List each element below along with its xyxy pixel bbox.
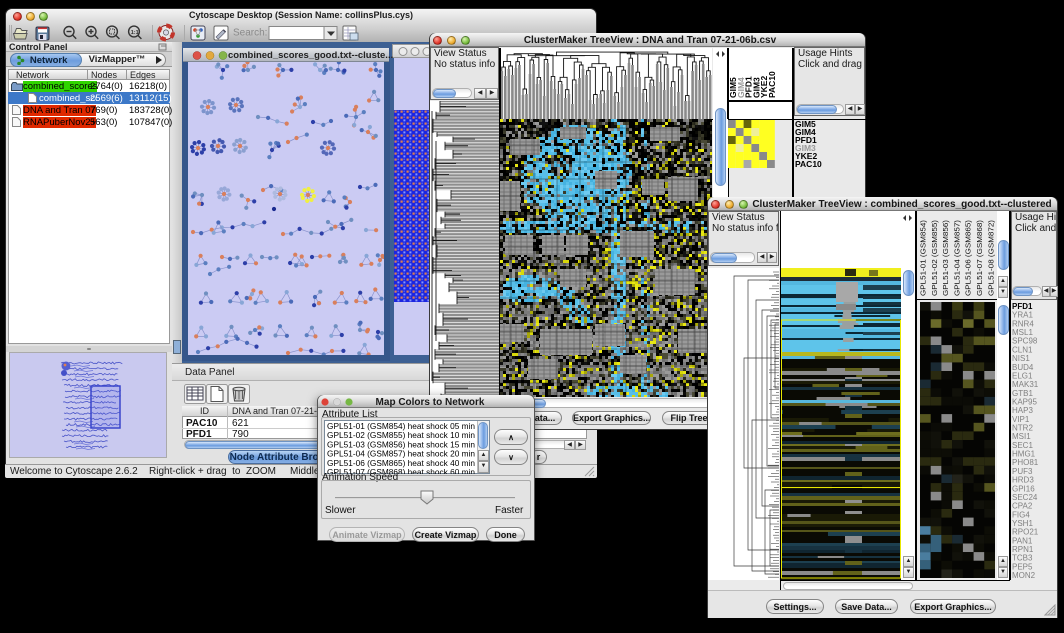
svg-text:FIG4: FIG4: [1012, 510, 1030, 519]
svg-text:ELG1: ELG1: [1012, 371, 1033, 380]
svg-text:NTR2: NTR2: [1012, 424, 1033, 433]
svg-text:GPI16: GPI16: [1012, 484, 1035, 493]
svg-text:GPL51-04 (GSM857): GPL51-04 (GSM857): [952, 219, 961, 296]
svg-text:PAC10: PAC10: [795, 159, 822, 169]
svg-text:PHO81: PHO81: [1012, 458, 1039, 467]
svg-text:SPC98: SPC98: [1012, 337, 1038, 346]
svg-text:GPL51-01 (GSM854): GPL51-01 (GSM854): [919, 219, 928, 296]
svg-text:Search:: Search:: [233, 28, 267, 39]
svg-text:PAC10: PAC10: [767, 71, 777, 98]
svg-text:RPO21: RPO21: [1012, 528, 1039, 537]
svg-text:MON2: MON2: [1012, 571, 1036, 580]
svg-text:1:1: 1:1: [131, 30, 139, 36]
svg-text:CPA2: CPA2: [1012, 502, 1033, 511]
svg-text:GPL51-06 (GSM865): GPL51-06 (GSM865): [964, 219, 973, 296]
svg-text:PFD1: PFD1: [1012, 302, 1033, 311]
svg-text:NIS1: NIS1: [1012, 354, 1030, 363]
svg-text:SEC1: SEC1: [1012, 441, 1033, 450]
svg-text:YSH1: YSH1: [1012, 519, 1033, 528]
svg-text:GTB1: GTB1: [1012, 389, 1033, 398]
svg-text:PEP5: PEP5: [1012, 562, 1033, 571]
svg-text:MSI1: MSI1: [1012, 432, 1031, 441]
svg-text:HRD3: HRD3: [1012, 476, 1034, 485]
svg-text:YRA1: YRA1: [1012, 311, 1033, 320]
svg-text:PUF3: PUF3: [1012, 467, 1033, 476]
svg-text:KAP95: KAP95: [1012, 398, 1037, 407]
svg-text:MSL1: MSL1: [1012, 328, 1033, 337]
svg-text:GPL51-08 (GSM872): GPL51-08 (GSM872): [986, 219, 995, 296]
svg-text:GPL51-02 (GSM855): GPL51-02 (GSM855): [930, 219, 939, 296]
svg-text:VIP1: VIP1: [1012, 415, 1030, 424]
svg-text:RPN1: RPN1: [1012, 545, 1034, 554]
svg-text:MAK31: MAK31: [1012, 380, 1039, 389]
svg-text:CLN1: CLN1: [1012, 345, 1033, 354]
svg-text:GPL51-07 (GSM868): GPL51-07 (GSM868): [975, 219, 984, 296]
svg-text:GPL51-03 (GSM856): GPL51-03 (GSM856): [941, 219, 950, 296]
svg-text:TCB3: TCB3: [1012, 554, 1033, 563]
